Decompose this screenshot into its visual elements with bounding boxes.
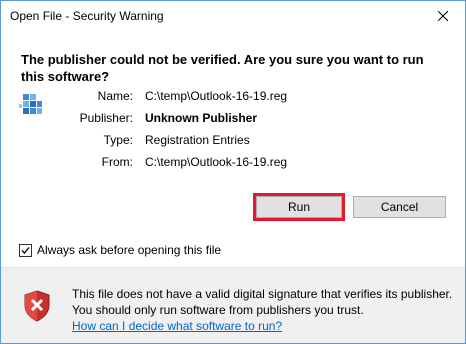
main-content: The publisher could not be verified. Are… bbox=[1, 31, 465, 267]
always-ask-checkbox[interactable] bbox=[19, 243, 32, 257]
footer-message: This file does not have a valid digital … bbox=[72, 287, 453, 317]
help-link[interactable]: How can I decide what software to run? bbox=[72, 319, 282, 333]
type-value: Registration Entries bbox=[145, 133, 250, 147]
registry-file-icon bbox=[19, 94, 42, 114]
security-warning-dialog: Open File - Security Warning The publish… bbox=[0, 0, 466, 344]
footer-message-block: This file does not have a valid digital … bbox=[72, 286, 457, 334]
name-label: Name: bbox=[97, 89, 133, 103]
from-value: C:\temp\Outlook-16-19.reg bbox=[145, 155, 288, 169]
always-ask-label: Always ask before opening this file bbox=[37, 243, 222, 257]
run-button[interactable]: Run bbox=[256, 196, 342, 218]
publisher-label: Publisher: bbox=[79, 111, 133, 125]
window-title: Open File - Security Warning bbox=[10, 9, 164, 23]
always-ask-option[interactable]: Always ask before opening this file bbox=[19, 242, 221, 258]
security-shield-error-icon bbox=[24, 290, 50, 322]
cancel-button[interactable]: Cancel bbox=[353, 196, 446, 218]
checkmark-icon bbox=[21, 246, 30, 254]
name-value: C:\temp\Outlook-16-19.reg bbox=[145, 89, 288, 103]
publisher-value: Unknown Publisher bbox=[145, 111, 258, 125]
close-icon bbox=[438, 11, 448, 21]
close-button[interactable] bbox=[421, 1, 465, 31]
warning-heading: The publisher could not be verified. Are… bbox=[21, 52, 424, 84]
title-bar[interactable]: Open File - Security Warning bbox=[1, 1, 465, 31]
from-label: From: bbox=[101, 155, 133, 169]
type-label: Type: bbox=[103, 133, 133, 147]
footer-panel: This file does not have a valid digital … bbox=[1, 268, 465, 343]
